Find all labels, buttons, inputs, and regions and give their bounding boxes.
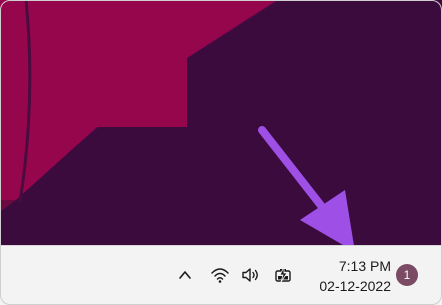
clock-button[interactable]: 7:13 PM 02-12-2022 <box>305 252 391 300</box>
speaker-icon <box>242 268 258 282</box>
network-button[interactable] <box>209 264 231 286</box>
show-hidden-icons-button[interactable] <box>174 264 196 286</box>
volume-button[interactable] <box>240 264 262 286</box>
taskbar: 7:13 PM 02-12-2022 1 <box>0 245 442 305</box>
chevron-up-icon <box>179 271 191 279</box>
battery-button[interactable] <box>272 264 294 286</box>
wallpaper-graphic <box>0 0 442 245</box>
wifi-icon <box>211 268 229 283</box>
desktop-wallpaper <box>0 0 442 245</box>
clock-date: 02-12-2022 <box>319 278 391 294</box>
clock-time: 7:13 PM <box>338 258 391 274</box>
notification-badge[interactable]: 1 <box>396 264 418 286</box>
battery-charging-icon <box>275 266 291 283</box>
